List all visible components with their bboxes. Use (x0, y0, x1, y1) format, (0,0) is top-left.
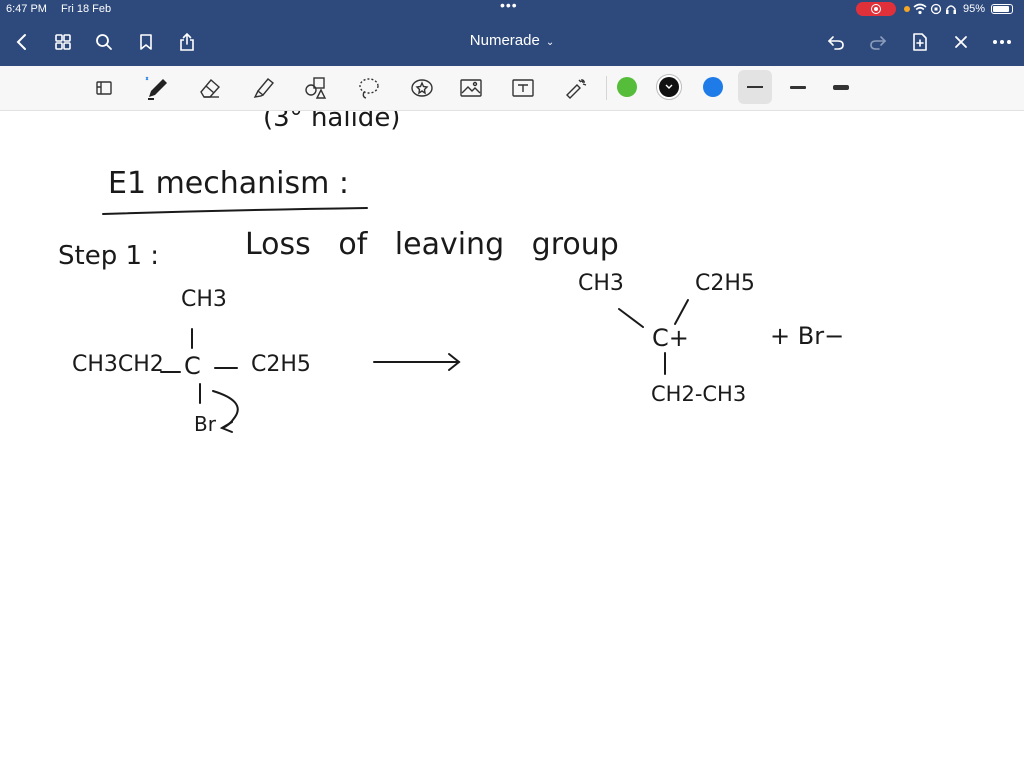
note-top-partial: (3° halide) (263, 111, 401, 133)
color-blue-swatch[interactable] (703, 77, 723, 97)
battery-icon (991, 4, 1014, 14)
step-text: Loss of leaving group (245, 227, 619, 262)
curved-arrow-head (219, 421, 233, 433)
chevron-down-icon (665, 84, 673, 89)
orientation-lock-icon (930, 3, 942, 15)
stroke-thin-option-selected[interactable] (738, 70, 772, 104)
reactant-central-carbon: C (184, 352, 201, 380)
note-canvas[interactable]: (3° halide) E1 mechanism : Step 1 : Loss… (0, 111, 1024, 768)
close-icon[interactable] (949, 30, 973, 54)
bond-product-upper-right (674, 299, 689, 325)
battery-percentage: 95% (963, 3, 986, 15)
navigation-bar: Numerade ⌄ (0, 22, 1024, 62)
shapes-icon[interactable] (302, 74, 330, 102)
bond-product-upper-left (618, 308, 644, 328)
toolbar-separator (606, 76, 607, 100)
highlighter-icon[interactable] (249, 74, 277, 102)
product-bottom-group: CH2-CH3 (651, 382, 747, 406)
stroke-thin-icon (747, 86, 763, 88)
screen-recording-indicator[interactable] (856, 2, 896, 16)
stroke-thick-option[interactable] (824, 70, 858, 104)
pen-icon[interactable] (143, 74, 171, 102)
laser-pointer-icon[interactable] (562, 74, 590, 102)
status-date: Fri 18 Feb (61, 3, 112, 15)
multitask-dots-icon[interactable]: ••• (500, 0, 518, 14)
color-black-swatch-selected[interactable] (656, 74, 682, 100)
app-header: 6:47 PM Fri 18 Feb ••• 95% Numerade ⌄ (0, 0, 1024, 66)
color-black-swatch (659, 77, 679, 97)
system-indicators: 95% (904, 0, 1014, 18)
wifi-icon (913, 3, 927, 15)
reactant-left-group: CH3CH2 (72, 352, 164, 377)
note-heading: E1 mechanism : (108, 166, 349, 201)
sticker-icon[interactable] (408, 74, 436, 102)
reactant-right-group: C2H5 (251, 352, 311, 377)
product-upper-left-group: CH3 (578, 271, 624, 296)
color-green-swatch[interactable] (617, 77, 637, 97)
add-page-icon[interactable] (908, 30, 932, 54)
reactant-top-group: CH3 (181, 287, 227, 312)
status-bar: 6:47 PM Fri 18 Feb ••• 95% (0, 0, 1024, 18)
heading-underline (102, 207, 368, 215)
chevron-down-icon: ⌄ (545, 37, 555, 48)
redo-icon[interactable] (866, 30, 890, 54)
text-icon[interactable] (509, 74, 537, 102)
lasso-icon[interactable] (355, 74, 383, 102)
image-icon[interactable] (457, 74, 485, 102)
stroke-thick-icon (833, 84, 849, 90)
bromide-ion: + Br− (770, 322, 845, 350)
mic-in-use-dot-icon (904, 6, 910, 12)
product-upper-right-group: C2H5 (695, 271, 755, 296)
stroke-medium-option[interactable] (781, 70, 815, 104)
read-mode-icon[interactable] (90, 74, 118, 102)
undo-icon[interactable] (824, 30, 848, 54)
status-time: 6:47 PM (6, 3, 47, 15)
product-carbocation: C+ (652, 324, 689, 352)
stroke-medium-icon (790, 85, 806, 89)
document-title-text: Numerade (469, 32, 540, 49)
headphones-icon (946, 5, 956, 14)
tool-palette (0, 66, 1024, 111)
record-icon (871, 4, 881, 14)
curved-arrow (212, 390, 239, 429)
eraser-icon[interactable] (196, 74, 224, 102)
battery-level (993, 6, 1010, 12)
ink-strokes (102, 207, 689, 433)
reactant-leaving-group: Br (194, 412, 216, 436)
more-icon[interactable] (990, 30, 1014, 54)
step-label: Step 1 : (58, 241, 160, 271)
